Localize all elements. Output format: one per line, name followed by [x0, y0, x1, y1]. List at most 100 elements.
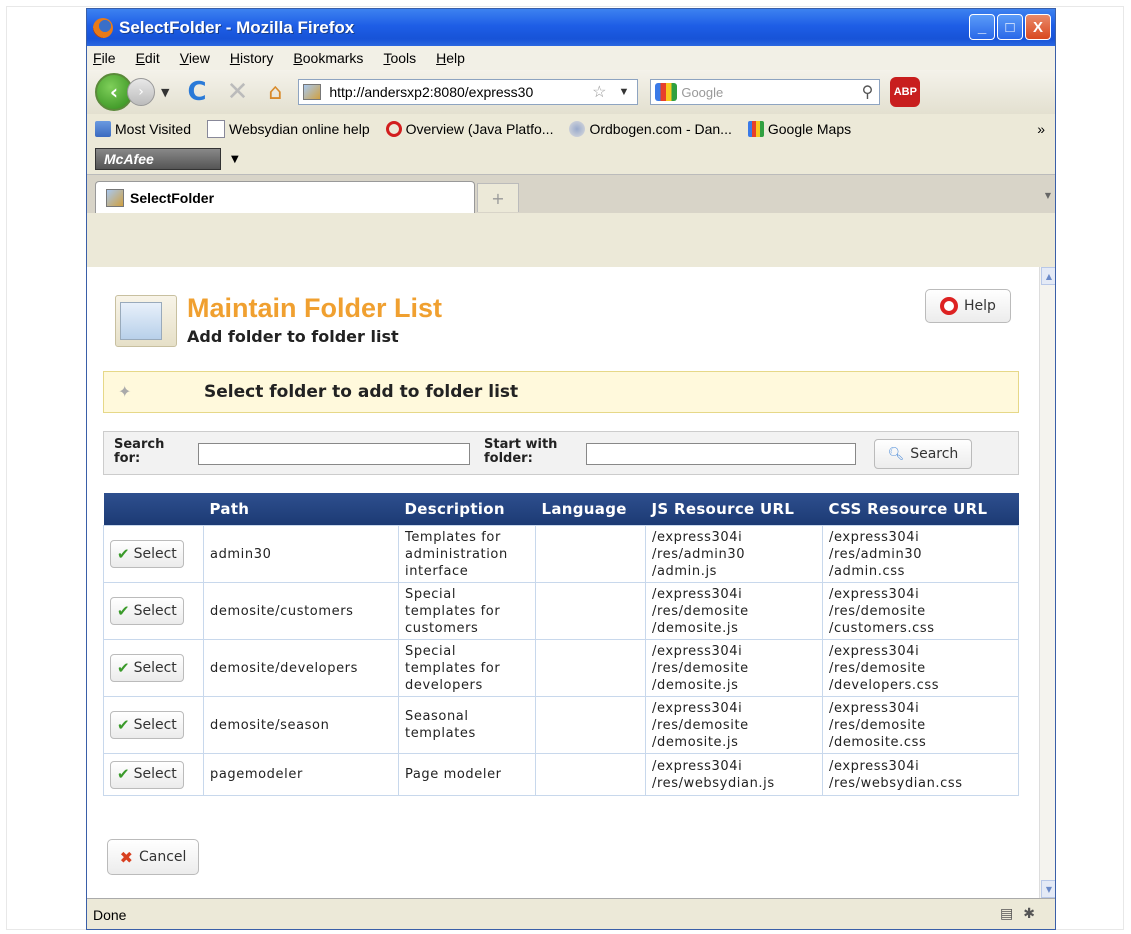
stop-icon[interactable]: ✕	[227, 77, 249, 107]
select-button[interactable]: ✔ Select	[110, 711, 184, 739]
select-button[interactable]: ✔ Select	[110, 760, 184, 789]
page-content: Maintain Folder List Add folder to folde…	[87, 267, 1039, 898]
status-bar: Done ▤ ✱	[87, 898, 1055, 929]
wand-icon: ✦	[118, 382, 132, 401]
url-bar[interactable]: http://andersxp2:8080/express30 ☆ ▼	[298, 79, 639, 105]
page-subtitle: Add folder to folder list	[187, 327, 399, 346]
adblock-plus-icon[interactable]: ABP	[890, 77, 921, 107]
js-url-cell: /express304i /res/demosite /demosite.js	[645, 582, 823, 640]
menu-bar: File Edit View History Bookmarks Tools H…	[87, 46, 1055, 70]
select-button[interactable]: ✔ Select	[110, 597, 184, 625]
close-button[interactable]: X	[1025, 14, 1051, 40]
ordbogen-icon	[569, 121, 586, 137]
status-icons: ▤ ✱	[1000, 905, 1035, 922]
menu-tools[interactable]: Tools	[383, 50, 416, 66]
language-cell	[535, 753, 646, 796]
mcafee-toolbar: McAfee ▼	[87, 144, 1055, 174]
language-cell	[535, 639, 646, 697]
tab-label: SelectFolder	[130, 189, 215, 206]
menu-help[interactable]: Help	[436, 50, 465, 66]
bookmarks-toolbar: Most Visited Websydian online help Overv…	[87, 114, 1055, 144]
help-button[interactable]: Help	[925, 289, 1011, 323]
bookmark-ordbogen[interactable]: Ordbogen.com - Dan...	[569, 121, 732, 137]
title-bar: SelectFolder - Mozilla Firefox _ □ X	[87, 9, 1055, 46]
checkmark-icon: ✔	[117, 715, 130, 734]
notes-icon[interactable]: ▤	[1000, 905, 1013, 922]
tab-list-icon[interactable]: ▼	[1045, 191, 1051, 200]
bookmark-label: Ordbogen.com - Dan...	[589, 121, 732, 137]
new-tab-button[interactable]: +	[477, 183, 519, 212]
description-cell: Special templates for customers	[398, 582, 536, 640]
reload-icon[interactable]: C	[187, 77, 206, 107]
bookmark-java-overview[interactable]: Overview (Java Platfo...	[385, 121, 553, 137]
home-icon[interactable]: ⌂	[268, 80, 282, 105]
bookmark-google-maps[interactable]: Google Maps	[747, 121, 852, 137]
search-bar[interactable]: Google ⚲	[650, 79, 881, 105]
search-button[interactable]: 🔍︎ Search	[874, 439, 972, 469]
page-title: Maintain Folder List	[187, 293, 443, 323]
search-for-input[interactable]	[198, 443, 470, 465]
tab-selectfolder[interactable]: SelectFolder	[95, 181, 475, 213]
language-cell	[535, 696, 646, 754]
table-row: ✔ Select demosite/developers Special temp…	[103, 639, 1019, 697]
bookmark-label: Most Visited	[115, 121, 191, 137]
mcafee-button[interactable]: McAfee	[95, 148, 221, 170]
checkmark-icon: ✔	[117, 658, 130, 677]
start-with-label: Start with folder:	[484, 437, 558, 466]
select-label: Select	[133, 659, 177, 676]
bookmark-label: Google Maps	[767, 121, 852, 137]
browser-window: SelectFolder - Mozilla Firefox _ □ X Fil…	[86, 8, 1056, 930]
path-cell: pagemodeler	[203, 753, 399, 796]
page-icon	[207, 120, 225, 138]
google-engine-icon[interactable]	[655, 83, 678, 101]
bookmark-star-icon[interactable]: ☆	[592, 82, 606, 102]
notice-text: Select folder to add to folder list	[204, 382, 519, 402]
minimize-button[interactable]: _	[969, 14, 995, 40]
cancel-label: Cancel	[138, 849, 187, 865]
menu-file[interactable]: File	[93, 50, 116, 66]
bookmark-most-visited[interactable]: Most Visited	[95, 121, 191, 137]
js-url-cell: /express304i /res/websydian.js	[645, 753, 823, 796]
extension-icon[interactable]: ✱	[1023, 905, 1035, 922]
bookmarks-overflow-icon[interactable]: »	[1037, 121, 1045, 137]
google-icon	[747, 121, 764, 137]
mcafee-label: McAfee	[104, 151, 154, 167]
scroll-down-icon[interactable]: ▼	[1041, 880, 1055, 898]
cancel-x-icon: ✖	[119, 847, 133, 867]
window-controls: _ □ X	[969, 14, 1051, 40]
lifering-icon	[940, 297, 959, 315]
select-button[interactable]: ✔ Select	[110, 654, 184, 682]
table-row: ✔ Select demosite/customers Special templ…	[103, 582, 1019, 640]
menu-history[interactable]: History	[230, 50, 274, 66]
menu-edit[interactable]: Edit	[136, 50, 160, 66]
select-button[interactable]: ✔ Select	[110, 540, 184, 568]
history-dropdown-icon[interactable]: ▼	[161, 86, 169, 99]
search-for-label: Search for:	[114, 437, 165, 466]
language-cell	[535, 582, 646, 640]
bookmark-websydian-help[interactable]: Websydian online help	[207, 120, 370, 138]
scroll-up-icon[interactable]: ▲	[1041, 267, 1055, 285]
oracle-icon	[385, 121, 402, 137]
column-header-js-url: JS Resource URL	[645, 493, 823, 526]
description-cell: Page modeler	[398, 753, 536, 796]
mcafee-dropdown-icon[interactable]: ▼	[231, 154, 239, 165]
forward-button[interactable]: ›	[127, 78, 155, 106]
menu-bookmarks[interactable]: Bookmarks	[293, 50, 363, 66]
description-cell: Seasonal templates	[398, 696, 536, 754]
menu-view[interactable]: View	[180, 50, 210, 66]
language-cell	[535, 525, 646, 583]
tab-favicon-icon	[106, 188, 124, 207]
start-with-folder-input[interactable]	[586, 443, 856, 465]
select-label: Select	[133, 545, 177, 562]
site-favicon-icon	[303, 84, 322, 100]
search-go-icon[interactable]: ⚲	[862, 82, 874, 102]
maximize-button[interactable]: □	[997, 14, 1023, 40]
firefox-icon	[93, 17, 113, 38]
js-url-cell: /express304i /res/demosite /demosite.js	[645, 696, 823, 754]
css-url-cell: /express304i /res/admin30 /admin.css	[822, 525, 1019, 583]
url-text: http://andersxp2:8080/express30	[329, 84, 534, 100]
vertical-scrollbar[interactable]: ▲ ▼	[1039, 267, 1055, 898]
select-label: Select	[133, 602, 177, 619]
url-dropdown-icon[interactable]: ▼	[618, 86, 629, 98]
cancel-button[interactable]: ✖ Cancel	[107, 839, 199, 875]
